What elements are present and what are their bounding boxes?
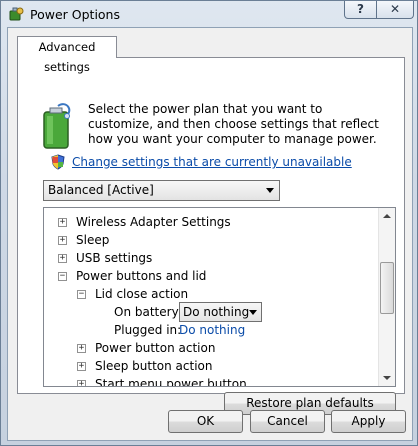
chevron-down-icon	[266, 188, 274, 193]
expand-icon[interactable]: +	[58, 254, 67, 263]
tree-item-label: Start menu power button	[95, 377, 247, 387]
tree-item-on-battery: On battery: Do nothing	[114, 302, 314, 322]
dialog-client-area: Advanced settings Select the power plan …	[7, 27, 413, 441]
chevron-down-icon	[249, 310, 257, 315]
tree-item-plugged-in: Plugged in: Do nothing	[114, 321, 314, 339]
settings-tree[interactable]: + Wireless Adapter Settings + Sleep + US…	[43, 207, 396, 387]
tree-scrollbar[interactable]	[378, 208, 395, 386]
apply-button[interactable]: Apply	[331, 410, 406, 433]
advanced-settings-panel: Select the power plan that you want to c…	[17, 57, 405, 415]
tree-item-label: Sleep button action	[95, 359, 213, 373]
tab-advanced-settings[interactable]: Advanced settings	[17, 36, 117, 74]
power-options-window: Power Options ? ✕ Advanced settings Sele…	[0, 0, 418, 446]
scrollbar-thumb[interactable]	[380, 262, 394, 314]
tree-item-label: Wireless Adapter Settings	[76, 215, 231, 229]
cancel-button[interactable]: Cancel	[250, 410, 325, 433]
plugged-in-label: Plugged in:	[114, 323, 182, 337]
expand-icon[interactable]: +	[77, 380, 86, 386]
change-unavailable-settings-link[interactable]: Change settings that are currently unava…	[72, 155, 352, 169]
tree-item-label: Power button action	[95, 341, 216, 355]
power-options-icon	[9, 7, 24, 21]
plan-description: Select the power plan that you want to c…	[88, 102, 379, 146]
scroll-up-arrow-icon[interactable]	[383, 214, 391, 218]
tree-item-label: USB settings	[76, 251, 153, 265]
uac-shield-icon	[51, 154, 65, 170]
battery-power-icon	[43, 103, 71, 149]
expand-icon[interactable]: +	[77, 362, 86, 371]
help-button[interactable]: ?	[344, 1, 377, 19]
on-battery-selected: Do nothing	[183, 305, 250, 319]
tree-item-label: Sleep	[76, 233, 110, 247]
settings-tree-content: + Wireless Adapter Settings + Sleep + US…	[44, 208, 379, 387]
ok-button[interactable]: OK	[168, 410, 243, 433]
expand-icon[interactable]: +	[58, 236, 67, 245]
plugged-in-value-link[interactable]: Do nothing	[179, 321, 245, 339]
on-battery-dropdown[interactable]: Do nothing	[179, 302, 262, 322]
tree-item-label: Lid close action	[95, 287, 189, 301]
close-button[interactable]: ✕	[376, 1, 414, 19]
power-plan-selected: Balanced [Active]	[48, 183, 154, 197]
scroll-down-arrow-icon[interactable]	[383, 376, 391, 380]
expand-icon[interactable]: +	[77, 344, 86, 353]
collapse-icon[interactable]: −	[77, 290, 86, 299]
title-bar[interactable]: Power Options ? ✕	[1, 1, 418, 27]
power-plan-dropdown[interactable]: Balanced [Active]	[43, 180, 280, 201]
on-battery-label: On battery:	[114, 305, 182, 319]
collapse-icon[interactable]: −	[58, 272, 67, 281]
expand-icon[interactable]: +	[58, 218, 67, 227]
window-title: Power Options	[30, 7, 120, 22]
tree-item-label: Power buttons and lid	[76, 269, 207, 283]
